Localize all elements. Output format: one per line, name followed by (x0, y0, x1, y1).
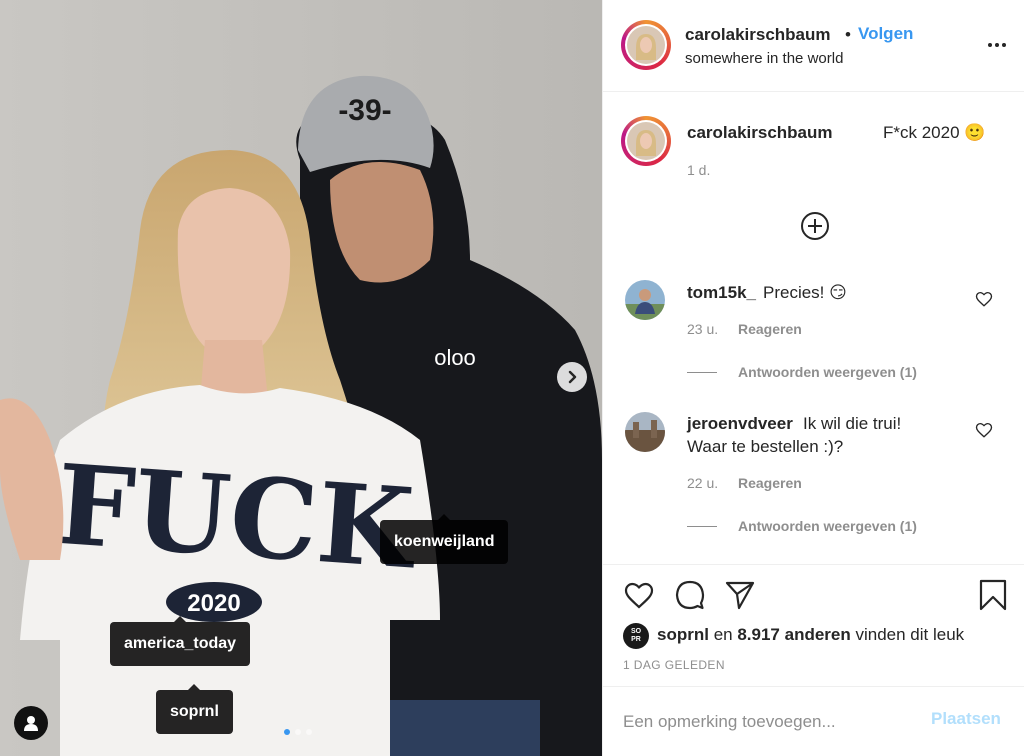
carousel-next-button[interactable] (557, 362, 587, 392)
replies-divider (687, 526, 717, 527)
share-send-icon[interactable] (724, 579, 756, 611)
photo-tag-america-today[interactable]: america_today (110, 616, 251, 666)
reply-button[interactable]: Reageren (738, 475, 802, 491)
more-options-button[interactable] (985, 38, 1009, 52)
view-replies-button[interactable]: Antwoorden weergeven (1) (738, 518, 917, 534)
author-avatar-image (627, 26, 665, 64)
liker-avatar[interactable]: SO PR (623, 623, 649, 649)
author-username[interactable]: carolakirschbaum (685, 25, 831, 45)
carousel-dot (306, 729, 312, 735)
chevron-right-icon (568, 370, 577, 384)
post-actions: SO PR soprnl en 8.917 anderen vinden dit … (603, 564, 1024, 686)
like-comment-heart-icon[interactable] (975, 290, 993, 308)
carousel-indicator (284, 729, 312, 735)
comment-avatar-image (625, 280, 665, 320)
bookmark-icon[interactable] (977, 579, 1009, 611)
comment-timestamp[interactable]: 23 u. (687, 321, 718, 337)
comment-timestamp[interactable]: 22 u. (687, 475, 718, 491)
comment-bubble-icon[interactable] (674, 579, 706, 611)
carousel-dot-active (284, 729, 290, 735)
post-header: carolakirschbaum • Volgen somewhere in t… (603, 0, 1024, 92)
comment-text: Ik wil die trui! (803, 414, 902, 433)
photo-tag-koenweijland[interactable]: koenweijland (380, 514, 509, 564)
reply-button[interactable]: Reageren (738, 321, 802, 337)
comment-avatar-image (625, 412, 665, 452)
carousel-dot (295, 729, 301, 735)
caption-timestamp[interactable]: 1 d. (687, 162, 710, 178)
like-heart-icon[interactable] (623, 579, 655, 611)
liker-username[interactable]: soprnl (657, 625, 709, 644)
follow-button[interactable]: Volgen (858, 24, 913, 44)
post-side-panel: carolakirschbaum • Volgen somewhere in t… (602, 0, 1024, 756)
add-comment-form: Plaatsen (603, 686, 1024, 756)
header-separator: • (845, 25, 851, 44)
replies-divider (687, 372, 717, 373)
likes-connector: en (713, 625, 733, 644)
svg-text:oloo: oloo (434, 345, 476, 370)
comment-avatar[interactable] (625, 412, 665, 452)
comment-username[interactable]: jeroenvdveer (687, 414, 793, 434)
photo-illustration: -39- oloo FUCK 2020 (0, 0, 602, 756)
comment-username[interactable]: tom15k_ (687, 283, 756, 303)
shirt-print: FUCK (52, 440, 421, 594)
user-icon (24, 716, 38, 731)
comment-avatar[interactable] (625, 280, 665, 320)
liker-avatar-text-top: SO (630, 628, 642, 635)
likes-summary: soprnl en 8.917 anderen vinden dit leuk (657, 625, 964, 645)
cap-text: -39- (338, 94, 391, 127)
comment-input[interactable] (623, 705, 913, 739)
comment-text: Precies! 😏 (763, 283, 847, 302)
post-date[interactable]: 1 DAG GELEDEN (623, 658, 725, 672)
post-location[interactable]: somewhere in the world (685, 50, 843, 67)
likes-suffix: vinden dit leuk (855, 625, 965, 644)
liker-avatar-text-bottom: PR (631, 636, 641, 643)
likes-count-button[interactable]: 8.917 anderen (737, 625, 850, 644)
post-photo[interactable]: -39- oloo FUCK 2020 koenweijland america… (0, 0, 602, 756)
caption-avatar[interactable] (621, 116, 671, 166)
post-comment-button[interactable]: Plaatsen (931, 709, 1001, 729)
caption-avatar-image (627, 122, 665, 160)
shirt-year: 2020 (187, 590, 240, 617)
tagged-users-button[interactable] (14, 706, 48, 740)
comment-text-continued: Waar te bestellen :)? (687, 437, 844, 456)
caption-text: F*ck 2020 🙂 (883, 123, 986, 142)
like-comment-heart-icon[interactable] (975, 421, 993, 439)
load-more-comments-icon[interactable] (799, 210, 831, 242)
more-icon (988, 43, 992, 47)
photo-tag-soprnl[interactable]: soprnl (156, 684, 233, 734)
author-avatar[interactable] (621, 20, 671, 70)
caption-username[interactable]: carolakirschbaum (687, 123, 833, 143)
view-replies-button[interactable]: Antwoorden weergeven (1) (738, 364, 917, 380)
